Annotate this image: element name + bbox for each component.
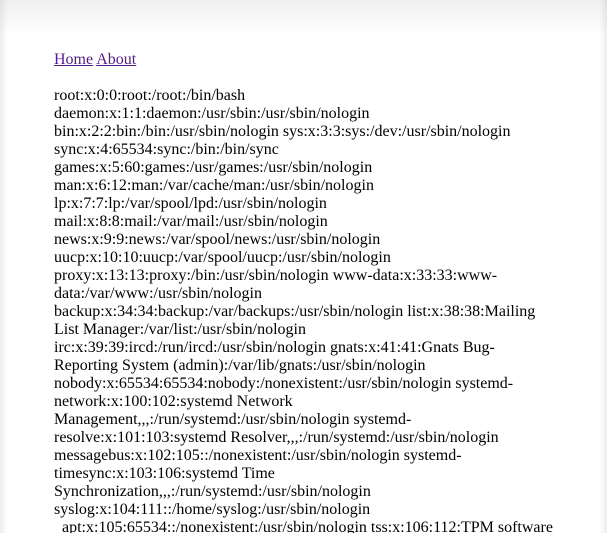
file-contents: root:x:0:0:root:/root:/bin/bash daemon:x… — [54, 87, 553, 533]
about-link[interactable]: About — [96, 51, 136, 68]
nav-bar: Home About — [54, 50, 136, 70]
page: Home About root:x:0:0:root:/root:/bin/ba… — [0, 0, 607, 533]
home-link[interactable]: Home — [54, 51, 93, 68]
